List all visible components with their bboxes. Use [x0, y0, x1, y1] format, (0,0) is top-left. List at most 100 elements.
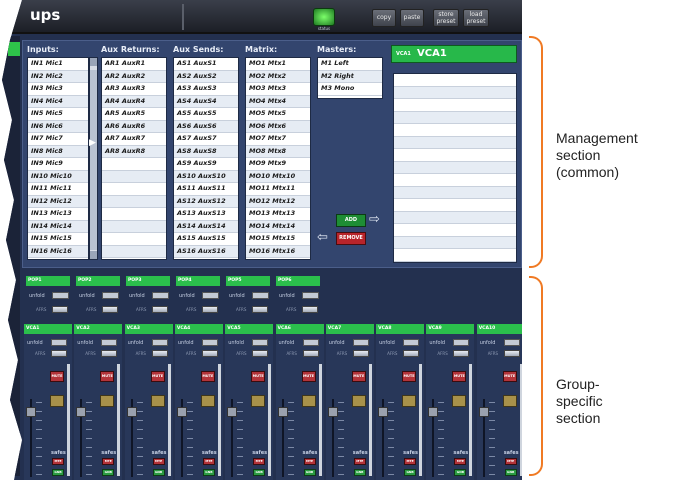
afrs-button[interactable] [252, 306, 268, 313]
list-item[interactable]: IN9 Mic9 [28, 158, 88, 171]
list-item[interactable]: AS8 AuxS8 [174, 145, 238, 158]
unfold-toggle[interactable] [302, 292, 319, 299]
aux-returns-list[interactable]: AR1 AuxR1 AR2 AuxR2 AR3 AuxR3 AR4 AuxR4 AR5 … [101, 57, 167, 260]
pop-tab[interactable]: POP4 [176, 276, 220, 286]
gnb-button[interactable]: GNB [52, 469, 64, 476]
mute-button[interactable]: MUTE [452, 371, 467, 382]
solo-button[interactable] [452, 395, 467, 407]
list-item[interactable]: AR1 AuxR1 [102, 58, 166, 71]
mute-button[interactable]: MUTE [301, 371, 316, 382]
list-item[interactable]: MO2 Mtx2 [246, 70, 310, 83]
strip-label[interactable]: VCA2 [74, 324, 123, 334]
list-item[interactable]: AS4 AuxS4 [174, 95, 238, 108]
list-item[interactable] [102, 195, 166, 208]
gnb-button[interactable]: GNB [303, 469, 316, 476]
left-sidebar-tab[interactable] [8, 42, 20, 56]
strip-label[interactable]: VCA3 [124, 324, 173, 334]
list-item[interactable]: MO1 Mtx1 [246, 58, 310, 71]
strip-label[interactable]: VCA6 [275, 324, 324, 334]
list-item[interactable] [394, 249, 516, 262]
list-item[interactable] [394, 149, 516, 162]
mute-button[interactable]: MUTE [351, 371, 366, 382]
mute-button[interactable]: MUTE [251, 371, 266, 382]
solo-button[interactable] [251, 395, 266, 407]
list-item[interactable]: AS12 AuxS12 [174, 195, 238, 208]
remove-button[interactable]: REMOVE [336, 232, 366, 245]
list-item[interactable]: AS3 AuxS3 [174, 83, 238, 96]
list-item[interactable]: AS15 AuxS15 [174, 233, 238, 246]
list-item[interactable] [394, 99, 516, 112]
pop-tab[interactable]: POP6 [276, 276, 320, 286]
solo-button[interactable] [150, 395, 165, 407]
list-item[interactable]: MO15 Mtx15 [246, 233, 310, 246]
afrs-button[interactable] [302, 306, 318, 313]
list-item[interactable] [394, 86, 516, 99]
unfold-toggle[interactable] [252, 292, 269, 299]
status-led-icon[interactable] [313, 8, 335, 26]
list-item[interactable]: IN16 Mic16 [28, 245, 88, 258]
afrs-button[interactable] [201, 350, 218, 357]
solo-button[interactable] [100, 395, 115, 407]
afrs-button[interactable] [302, 350, 319, 357]
fader-cap[interactable] [76, 407, 87, 417]
gnb-button[interactable]: GNB [152, 469, 165, 476]
strip-label[interactable]: VCA1 [24, 324, 72, 334]
unfold-toggle[interactable] [152, 292, 169, 299]
list-item[interactable]: M3 Mono [318, 83, 382, 96]
solo-button[interactable] [402, 395, 417, 407]
fader-cap[interactable] [428, 407, 439, 417]
mute-button[interactable]: MUTE [150, 371, 165, 382]
gnb-button[interactable]: GNB [202, 469, 215, 476]
copy-button[interactable]: copy [372, 9, 396, 27]
gnb-button[interactable]: GNB [253, 469, 266, 476]
list-item[interactable]: MO3 Mtx3 [246, 83, 310, 96]
list-item[interactable]: AS16 AuxS16 [174, 245, 238, 258]
list-item[interactable] [394, 199, 516, 212]
strip-label[interactable]: VCA7 [325, 324, 374, 334]
mte-button[interactable]: MTE [353, 458, 366, 465]
list-item[interactable]: IN7 Mic7 [28, 133, 88, 146]
mte-button[interactable]: MTE [454, 458, 467, 465]
list-item[interactable]: AS9 AuxS9 [174, 158, 238, 171]
list-item[interactable] [394, 124, 516, 137]
list-item[interactable] [102, 158, 166, 171]
strip-label[interactable]: VCA5 [225, 324, 274, 334]
mute-button[interactable]: MUTE [100, 371, 115, 382]
gnb-button[interactable]: GNB [404, 469, 417, 476]
gnb-button[interactable]: GNB [454, 469, 467, 476]
mte-button[interactable]: MTE [253, 458, 266, 465]
fader-cap[interactable] [378, 407, 389, 417]
scroll-down-icon[interactable] [90, 251, 97, 259]
aux-sends-list[interactable]: AS1 AuxS1 AS2 AuxS2 AS3 AuxS3 AS4 AuxS4 AS5 … [173, 57, 239, 260]
list-item[interactable]: M1 Left [318, 58, 382, 71]
fader-cap[interactable] [478, 407, 489, 417]
fader-cap[interactable] [327, 407, 338, 417]
afrs-button[interactable] [102, 306, 118, 313]
list-item[interactable]: MO5 Mtx5 [246, 108, 310, 121]
gnb-button[interactable]: GNB [504, 469, 517, 476]
mute-button[interactable]: MUTE [502, 371, 517, 382]
list-item[interactable]: MO7 Mtx7 [246, 133, 310, 146]
mte-button[interactable]: MTE [152, 458, 165, 465]
scroll-up-icon[interactable] [90, 58, 97, 66]
list-item[interactable]: MO11 Mtx11 [246, 183, 310, 196]
afrs-button[interactable] [453, 350, 470, 357]
list-item[interactable]: IN10 Mic10 [28, 170, 88, 183]
unfold-toggle[interactable] [201, 339, 218, 346]
list-item[interactable] [394, 161, 516, 174]
afrs-button[interactable] [52, 306, 68, 313]
mte-button[interactable]: MTE [303, 458, 316, 465]
fader-cap[interactable] [126, 407, 137, 417]
add-button[interactable]: ADD [336, 214, 366, 227]
inputs-list[interactable]: IN1 Mic1 IN2 Mic2 IN3 Mic3 IN4 Mic4 IN5 Mic5… [27, 57, 89, 260]
solo-button[interactable] [200, 395, 215, 407]
unfold-toggle[interactable] [503, 339, 520, 346]
gnb-button[interactable]: GNB [102, 469, 115, 476]
list-item[interactable]: IN13 Mic13 [28, 208, 88, 221]
strip-label[interactable]: VCA9 [426, 324, 475, 334]
strip-label[interactable]: VCA4 [174, 324, 223, 334]
list-item[interactable]: AR7 AuxR7 [102, 133, 166, 146]
list-item[interactable]: AS6 AuxS6 [174, 120, 238, 133]
unfold-toggle[interactable] [352, 339, 369, 346]
mute-button[interactable]: MUTE [200, 371, 215, 382]
